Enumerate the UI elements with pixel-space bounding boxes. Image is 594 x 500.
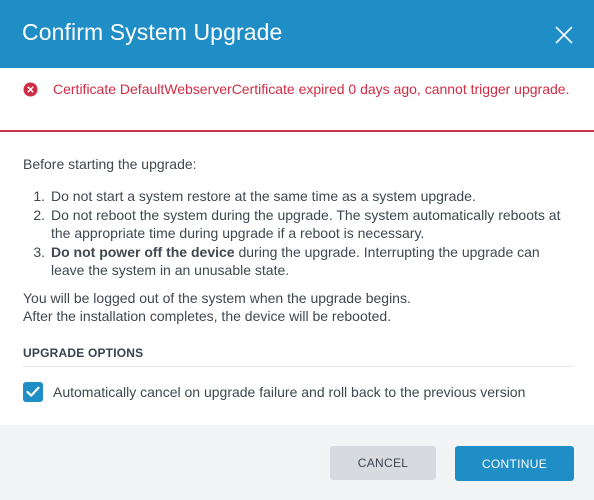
step-text: Do not power off the device during the u…: [49, 243, 561, 280]
step-number: 3.: [33, 243, 45, 260]
steps-list: 1. Do not start a system restore at the …: [23, 187, 573, 280]
auto-cancel-option[interactable]: Automatically cancel on upgrade failure …: [23, 381, 583, 403]
step-item: 2. Do not reboot the system during the u…: [23, 206, 573, 243]
dialog-title: Confirm System Upgrade: [22, 19, 283, 45]
dialog-header: Confirm System Upgrade: [0, 0, 594, 68]
error-message: Certificate DefaultWebserverCertificate …: [53, 81, 570, 97]
close-icon[interactable]: [551, 22, 577, 48]
error-circle-icon: [23, 82, 38, 97]
step-item: 1. Do not start a system restore at the …: [23, 187, 573, 206]
auto-cancel-label: Automatically cancel on upgrade failure …: [53, 384, 526, 400]
intro-text: Before starting the upgrade:: [23, 156, 197, 172]
logout-note: You will be logged out of the system whe…: [23, 290, 411, 306]
reboot-note: After the installation completes, the de…: [23, 308, 392, 324]
error-banner: Certificate DefaultWebserverCertificate …: [0, 68, 594, 132]
step-item: 3. Do not power off the device during th…: [23, 243, 573, 280]
upgrade-options-heading: UPGRADE OPTIONS: [23, 346, 144, 360]
step-text: Do not reboot the system during the upgr…: [51, 206, 561, 242]
divider: [23, 366, 573, 367]
checkmark-icon: [26, 386, 40, 397]
continue-button[interactable]: CONTINUE: [455, 446, 574, 481]
step-number: 2.: [33, 206, 45, 223]
step-text: Do not start a system restore at the sam…: [51, 188, 476, 204]
dialog-footer: CANCEL CONTINUE: [0, 425, 594, 500]
cancel-button[interactable]: CANCEL: [330, 446, 436, 480]
auto-cancel-checkbox[interactable]: [23, 382, 43, 402]
step-number: 1.: [33, 188, 45, 204]
step-bold-text: Do not power off the device: [51, 243, 235, 260]
